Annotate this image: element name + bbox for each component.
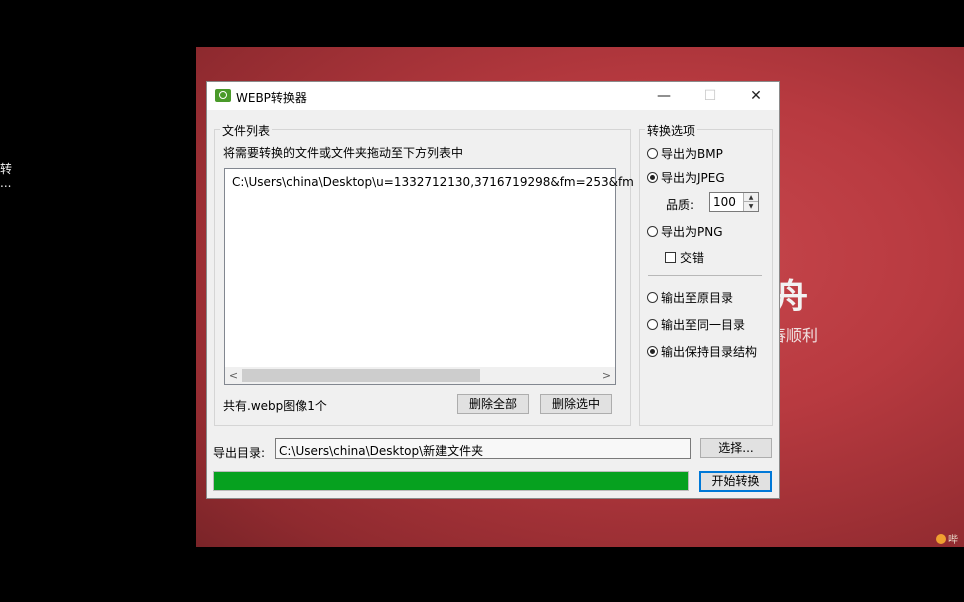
output-keep-structure-label: 输出保持目录结构	[661, 345, 758, 359]
scrollbar-thumb[interactable]	[242, 369, 480, 382]
watermark-badge: 哔	[936, 531, 958, 546]
output-same-dir-label: 输出至同一目录	[661, 318, 746, 332]
drag-instruction: 将需要转换的文件或文件夹拖动至下方列表中	[223, 146, 464, 160]
webp-converter-window: WEBP转换器 — ☐ ✕ 文件列表 将需要转换的文件或文件夹拖动至下方列表中 …	[206, 81, 780, 499]
export-png-radio[interactable]: 导出为PNG	[647, 223, 723, 240]
start-convert-button[interactable]: 开始转换	[699, 471, 772, 492]
output-keep-structure-radio[interactable]: 输出保持目录结构	[647, 343, 757, 360]
radio-circle[interactable]	[647, 148, 658, 159]
spinner-down-icon[interactable]: ▼	[744, 202, 758, 211]
scroll-right-button[interactable]: >	[598, 367, 615, 384]
close-button[interactable]: ✕	[733, 82, 779, 110]
spinner-up-icon[interactable]: ▲	[744, 193, 758, 202]
file-listbox[interactable]: C:\Users\china\Desktop\u=1332712130,3716…	[224, 168, 634, 385]
desktop-text-1: 转	[0, 162, 13, 176]
maximize-button[interactable]: ☐	[687, 82, 733, 110]
export-dir-value[interactable]: C:\Users\china\Desktop\新建文件夹	[279, 442, 483, 459]
checkbox-box[interactable]	[665, 252, 676, 263]
scroll-left-button[interactable]: <	[225, 367, 242, 384]
conversion-progress-bar	[213, 471, 689, 491]
quality-spinner[interactable]: 100 ▲ ▼	[709, 192, 759, 212]
conversion-options-label: 转换选项	[645, 122, 698, 139]
list-item[interactable]: C:\Users\china\Desktop\u=1332712130,3716…	[232, 175, 634, 189]
output-same-dir-radio[interactable]: 输出至同一目录	[647, 316, 745, 333]
title-bar[interactable]: WEBP转换器 — ☐ ✕	[207, 82, 779, 110]
export-dir-field[interactable]: C:\Users\china\Desktop\新建文件夹	[275, 438, 691, 459]
radio-circle[interactable]	[647, 319, 658, 330]
progress-fill	[214, 472, 688, 490]
window-title: WEBP转换器	[236, 91, 307, 105]
watermark-icon	[936, 533, 946, 544]
app-camera-icon	[215, 89, 231, 102]
output-original-dir-radio[interactable]: 输出至原目录	[647, 289, 733, 306]
radio-circle-selected[interactable]	[647, 346, 658, 357]
radio-circle[interactable]	[647, 292, 658, 303]
interlace-checkbox[interactable]: 交错	[665, 249, 704, 266]
file-list-group-label: 文件列表	[220, 122, 273, 139]
options-divider	[648, 275, 762, 276]
export-jpeg-label: 导出为JPEG	[661, 171, 725, 185]
interlace-label: 交错	[680, 251, 705, 265]
export-bmp-label: 导出为BMP	[661, 147, 723, 161]
choose-dir-button[interactable]: 选择...	[700, 438, 772, 458]
output-original-dir-label: 输出至原目录	[661, 291, 734, 305]
export-bmp-radio[interactable]: 导出为BMP	[647, 145, 723, 162]
watermark-text: 哔	[948, 535, 958, 546]
export-png-label: 导出为PNG	[661, 225, 723, 239]
spinner-arrows[interactable]: ▲ ▼	[743, 193, 758, 211]
radio-circle[interactable]	[647, 226, 658, 237]
delete-all-button[interactable]: 删除全部	[457, 394, 529, 414]
minimize-button[interactable]: —	[641, 82, 687, 110]
horizontal-scrollbar[interactable]: < >	[225, 367, 615, 384]
desktop-text-2: ...	[0, 176, 12, 190]
export-dir-label: 导出目录:	[213, 446, 266, 460]
quality-label: 品质:	[666, 198, 695, 212]
export-jpeg-radio[interactable]: 导出为JPEG	[647, 169, 725, 186]
delete-selected-button[interactable]: 删除选中	[540, 394, 612, 414]
file-count-text: 共有.webp图像1个	[223, 399, 327, 413]
quality-value[interactable]: 100	[713, 195, 736, 209]
radio-circle-selected[interactable]	[647, 172, 658, 183]
